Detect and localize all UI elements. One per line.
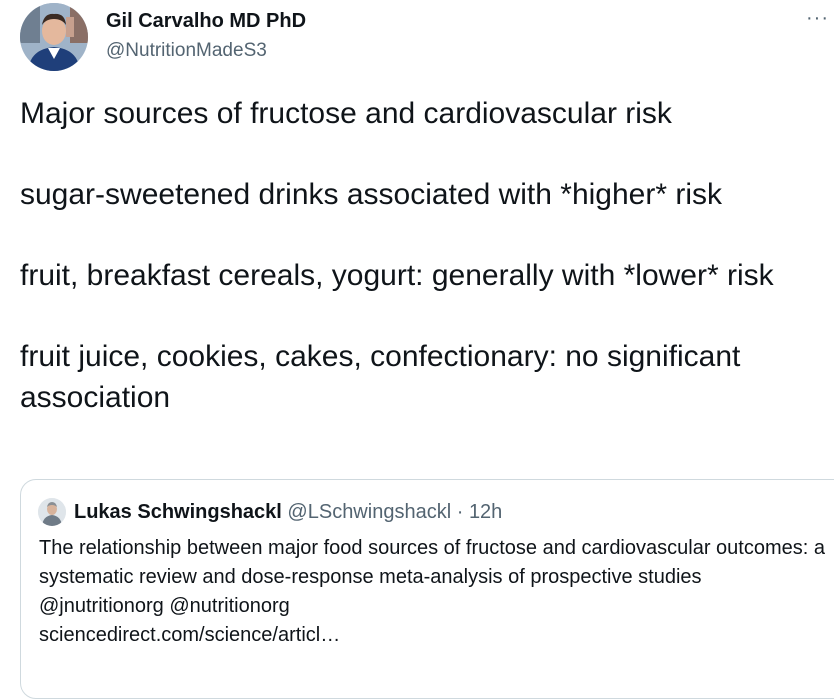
- author-handle[interactable]: @NutritionMadeS3: [106, 38, 267, 64]
- quote-link[interactable]: sciencedirect.com/science/articl…: [39, 621, 829, 650]
- quote-author-name[interactable]: Lukas Schwingshackl: [74, 501, 282, 523]
- quote-author-avatar: [38, 498, 66, 526]
- author-avatar[interactable]: [20, 3, 88, 71]
- quote-avatar-photo: [38, 498, 66, 526]
- quoted-tweet-card[interactable]: Lukas Schwingshackl @LSchwingshackl · 12…: [20, 479, 834, 699]
- quote-timestamp[interactable]: 12h: [469, 501, 502, 523]
- quote-mentions[interactable]: @jnutritionorg @nutritionorg: [39, 592, 829, 621]
- tweet: Gil Carvalho MD PhD @NutritionMadeS3 ···…: [0, 0, 834, 699]
- tweet-paragraph: Major sources of fructose and cardiovasc…: [20, 97, 672, 130]
- more-options-icon[interactable]: ···: [806, 8, 834, 32]
- tweet-text: Major sources of fructose and cardiovasc…: [20, 94, 820, 418]
- quote-header: Lukas Schwingshackl @LSchwingshackl · 12…: [74, 499, 502, 525]
- tweet-paragraph: sugar-sweetened drinks associated with *…: [20, 178, 723, 211]
- avatar-photo: [20, 3, 88, 71]
- author-name[interactable]: Gil Carvalho MD PhD: [106, 8, 306, 34]
- tweet-paragraph: fruit, breakfast cereals, yogurt: genera…: [20, 259, 774, 292]
- quote-text: The relationship between major food sour…: [39, 537, 825, 588]
- quote-separator: ·: [456, 501, 464, 523]
- quote-body: The relationship between major food sour…: [39, 534, 829, 650]
- quote-author-handle[interactable]: @LSchwingshackl: [287, 501, 451, 523]
- tweet-paragraph: fruit juice, cookies, cakes, confectiona…: [20, 340, 741, 414]
